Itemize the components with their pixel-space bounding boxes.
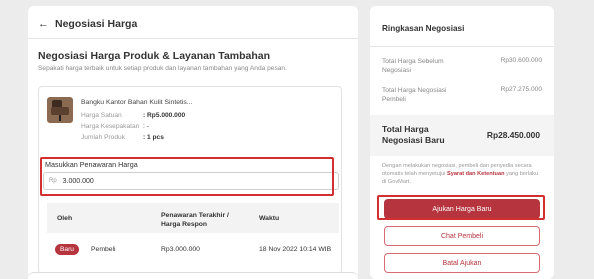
column-header-time: Waktu (259, 214, 280, 222)
negotiation-panel: ← Negosiasi Harga Negosiasi Harga Produk… (28, 6, 358, 279)
agreed-price-value: : - (143, 123, 149, 130)
page-header: ← Negosiasi Harga (38, 18, 137, 30)
table-row: Baru Pembeli Rp3.000.000 18 Nov 2022 10:… (47, 240, 339, 260)
new-total-value: Rp28.450.000 (486, 130, 540, 140)
quantity-row: Jumlah Produk : 1 pcs (81, 134, 164, 141)
summary-title: Ringkasan Negosiasi (382, 24, 465, 33)
offer-label: Masukkan Penawaran Harga (45, 160, 138, 169)
offer-price-input[interactable] (62, 177, 263, 185)
unit-price-label: Harga Satuan (81, 112, 122, 119)
row-role: Pembeli (91, 246, 116, 253)
offer-price-field[interactable]: Rp (43, 172, 339, 190)
header-divider (28, 38, 358, 39)
negotiation-summary-panel: Ringkasan Negosiasi Total Harga Sebelum … (370, 6, 554, 279)
agreed-price-row: Harga Kesepakatan : - (81, 123, 149, 130)
summary-divider (370, 46, 554, 47)
product-card: Bangku Kantor Bahan Kulit Sintetis... Ha… (38, 86, 342, 274)
agreed-price-label: Harga Kesepakatan (81, 123, 140, 130)
unit-price-value: : Rp5.000.000 (143, 112, 186, 119)
total-before-label: Total Harga Sebelum Negosiasi (382, 58, 444, 74)
cancel-submission-button[interactable]: Batal Ajukan (384, 253, 540, 273)
quantity-label: Jumlah Produk (81, 134, 125, 141)
section-subtitle: Sepakati harga terbaik untuk setiap prod… (38, 65, 287, 72)
back-arrow-icon[interactable]: ← (38, 18, 49, 30)
section-title: Negosiasi Harga Produk & Layanan Tambaha… (38, 50, 271, 62)
column-header-by: Oleh (57, 214, 73, 222)
quantity-value: : 1 pcs (143, 134, 164, 141)
new-badge: Baru (55, 244, 79, 255)
product-thumbnail (47, 97, 73, 123)
page-title: Negosiasi Harga (55, 18, 138, 30)
column-header-offer: Penawaran Terakhir / Harga Respon (161, 212, 229, 228)
row-time: 18 Nov 2022 10:14 WIB (259, 246, 332, 253)
row-price: Rp3.000.000 (161, 246, 200, 253)
chat-buyer-button[interactable]: Chat Pembeli (384, 226, 540, 246)
buyer-total-value: Rp27.275.000 (500, 86, 542, 93)
next-card-stub (28, 272, 358, 279)
history-table-header: Oleh Penawaran Terakhir / Harga Respon W… (47, 203, 339, 233)
unit-price-row: Harga Satuan : Rp5.000.000 (81, 112, 185, 119)
terms-link[interactable]: Syarat dan Ketentuan (447, 171, 505, 177)
product-name[interactable]: Bangku Kantor Bahan Kulit Sintetis... (81, 99, 192, 106)
submit-new-price-button[interactable]: Ajukan Harga Baru (384, 199, 540, 219)
buyer-total-label: Total Harga Negosiasi Pembeli (382, 87, 447, 103)
total-before-value: Rp30.600.000 (500, 57, 542, 64)
terms-note: Dengan melakukan negosiasi, pembeli dan … (382, 162, 542, 187)
new-total-row: Total Harga Negosiasi Baru Rp28.450.000 (370, 115, 554, 156)
currency-prefix: Rp (49, 178, 57, 184)
new-total-label: Total Harga Negosiasi Baru (382, 124, 445, 145)
